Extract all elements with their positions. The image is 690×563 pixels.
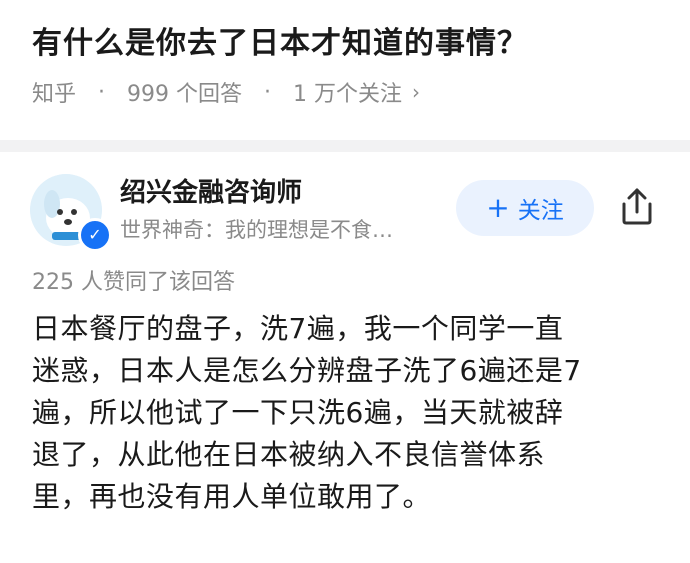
author-bio: 世界神奇：我的理想是不食… (120, 218, 393, 242)
author-name[interactable]: 绍兴金融咨询师 (120, 172, 302, 209)
follow-label: 关注 (517, 198, 564, 224)
follow-button[interactable]: + 关注 (456, 180, 594, 236)
question-header: 有什么是你去了日本才知道的事情？ 知乎 · 999 个回答 · 1 万个关注 › (0, 0, 690, 140)
answer-line: 遍，所以他试了一下只洗6遍，当天就被辞 (32, 396, 564, 429)
meta-separator: · (98, 79, 106, 105)
meta-separator: · (264, 79, 272, 105)
follower-count[interactable]: 1 万个关注 (293, 76, 402, 108)
vote-count: 225 人赞同了该回答 (32, 270, 235, 295)
share-icon[interactable] (618, 186, 656, 226)
section-divider (0, 140, 690, 152)
answer-line: 迷惑，日本人是怎么分辨盘子洗了6遍还是7 (32, 354, 582, 387)
question-title[interactable]: 有什么是你去了日本才知道的事情？ (32, 18, 528, 62)
chevron-right-icon[interactable]: › (412, 80, 420, 104)
plus-icon: + (486, 191, 510, 224)
question-meta: 知乎 · 999 个回答 · 1 万个关注 › (32, 76, 420, 108)
verified-check-icon: ✓ (78, 218, 112, 252)
source-label[interactable]: 知乎 (32, 76, 76, 108)
answer-count[interactable]: 999 个回答 (127, 76, 242, 108)
answer-line: 退了，从此他在日本被纳入不良信誉体系 (32, 438, 546, 471)
answer-line: 里，再也没有用人单位敢用了。 (32, 480, 432, 513)
answer-line: 日本餐厅的盘子，洗7遍，我一个同学一直 (32, 312, 564, 345)
answer-content: 日本餐厅的盘子，洗7遍，我一个同学一直 迷惑，日本人是怎么分辨盘子洗了6遍还是7… (32, 308, 662, 518)
